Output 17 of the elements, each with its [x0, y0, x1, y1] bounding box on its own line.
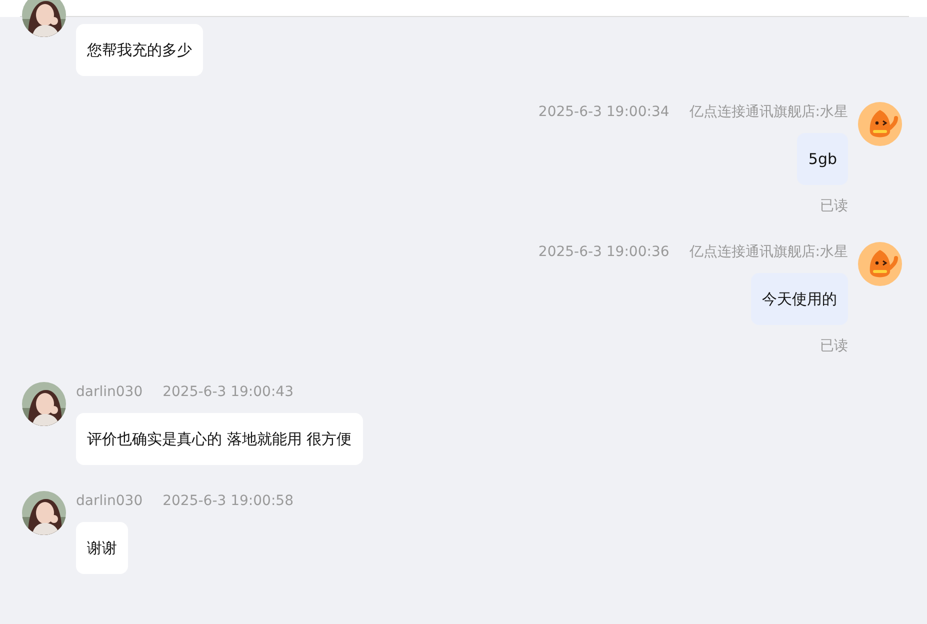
read-status: 已读 — [820, 337, 848, 356]
mascot-icon — [858, 102, 902, 146]
message-time: 2025-6-3 19:00:36 — [538, 243, 670, 262]
sender-name: darlin030 — [76, 383, 143, 402]
sender-name: 亿点连接通讯旗舰店:水星 — [689, 103, 848, 122]
message-bubble: 您帮我充的多少 — [76, 24, 203, 76]
message-time: 2025-6-3 19:00:34 — [538, 103, 670, 122]
sender-name: 亿点连接通讯旗舰店:水星 — [689, 243, 848, 262]
message-time: 2025-6-3 19:00:43 — [162, 383, 294, 402]
read-status: 已读 — [820, 197, 848, 216]
message-bubble: 今天使用的 — [751, 273, 848, 325]
message-bubble: 5gb — [797, 133, 848, 185]
message-bubble: 谢谢 — [76, 522, 128, 574]
message-time: 2025-6-3 19:00:58 — [162, 492, 294, 511]
mascot-icon — [858, 242, 902, 286]
message-bubble: 评价也确实是真心的 落地就能用 很方便 — [76, 413, 363, 465]
sender-name: darlin030 — [76, 492, 143, 511]
